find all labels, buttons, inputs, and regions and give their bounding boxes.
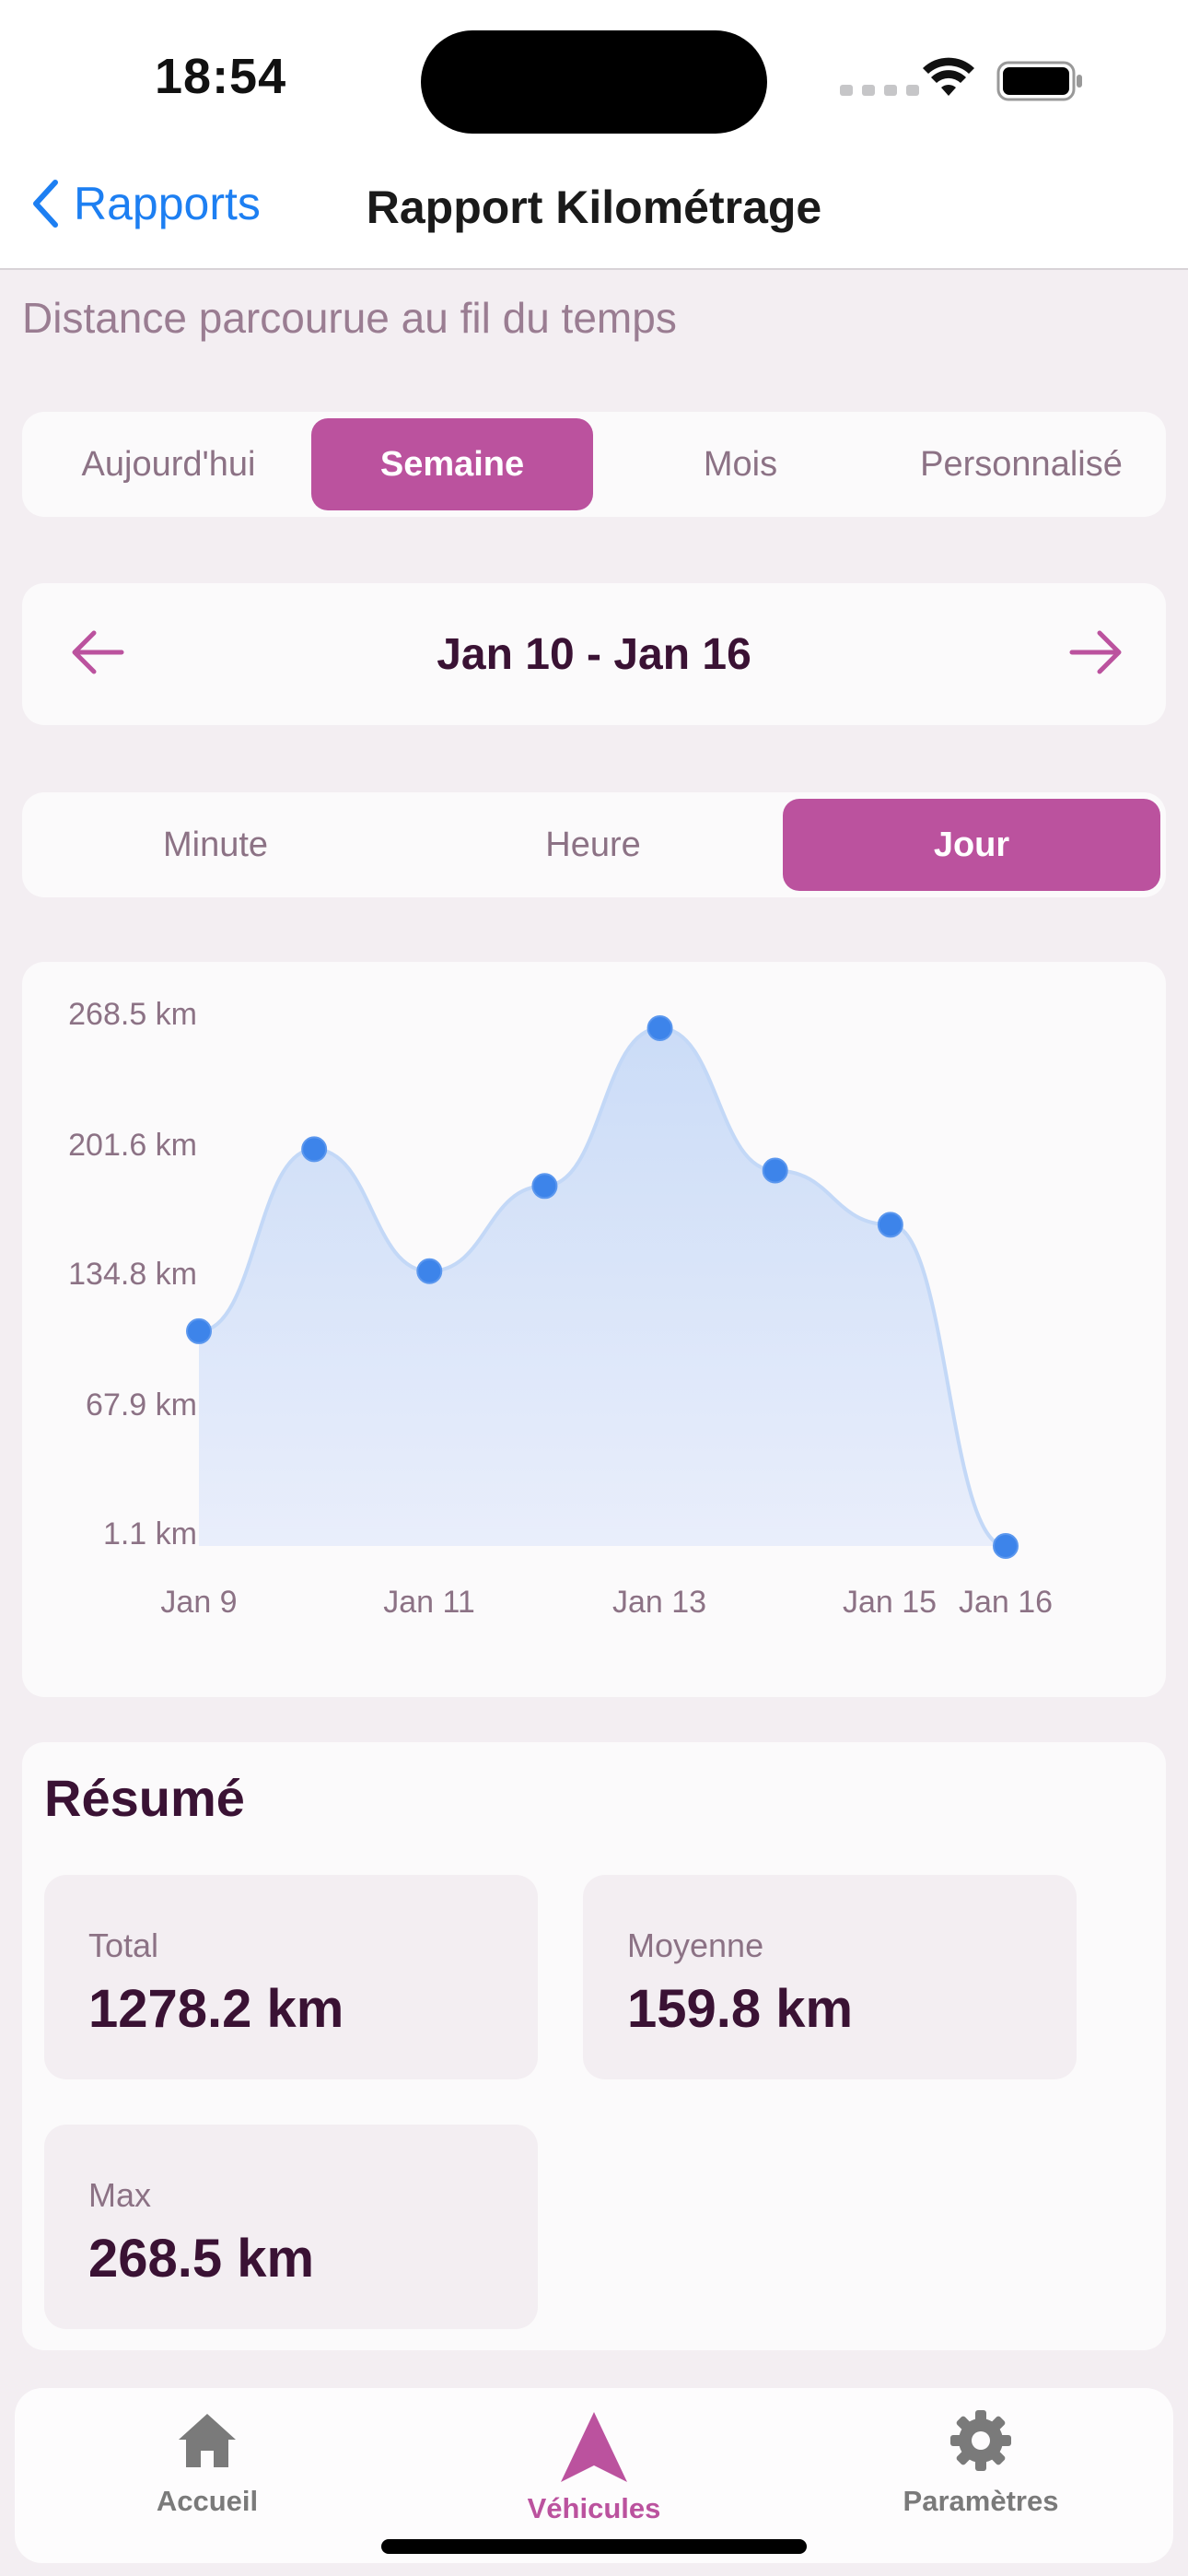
chart-data-point[interactable] [186,1317,212,1344]
stat-value: 159.8 km [627,1979,854,2039]
tab-label: Véhicules [527,2492,661,2524]
cellular-signal-icon [840,85,919,96]
x-tick-label: Jan 16 [958,1585,1054,1620]
tab-label: Accueil [156,2485,259,2517]
tab-personnalise[interactable]: Personnalisé [888,418,1155,510]
page-subtitle: Distance parcourue au fil du temps [22,294,677,342]
tab-label: Paramètres [903,2485,1059,2517]
house-icon [179,2414,236,2467]
stat-label: Max [88,2176,152,2214]
stat-label: Moyenne [627,1926,764,1964]
chart-data-point[interactable] [646,1015,673,1041]
tab-vehicules[interactable]: Véhicules [456,2410,732,2525]
x-tick-label: Jan 9 [160,1585,238,1620]
status-time: 18:54 [155,49,287,104]
stat-total: Total 1278.2 km [44,1875,538,2079]
chart-data-point[interactable] [416,1258,443,1284]
chart-data-point[interactable] [877,1212,903,1238]
battery-icon [996,61,1082,101]
chart-data-point[interactable] [993,1533,1019,1559]
tab-heure[interactable]: Heure [409,799,777,891]
tab-minute[interactable]: Minute [31,799,400,891]
date-range-label: Jan 10 - Jan 16 [437,629,751,679]
page-title: Rapport Kilométrage [366,181,822,233]
date-range-selector: Jan 10 - Jan 16 [22,583,1166,725]
tab-jour[interactable]: Jour [783,799,1160,891]
x-tick-label: Jan 11 [383,1585,475,1620]
tab-mois[interactable]: Mois [602,418,879,510]
period-segmented-control: Aujourd'hui Semaine Mois Personnalisé [22,412,1166,517]
gear-icon [950,2410,1011,2471]
navigation-arrow-icon [561,2412,627,2482]
x-tick-label: Jan 13 [611,1585,707,1620]
tab-semaine[interactable]: Semaine [311,418,593,510]
tab-bar: Accueil Véhicules Paramètres [15,2388,1173,2563]
chart-data-point[interactable] [531,1173,558,1200]
stat-value: 1278.2 km [88,1979,344,2039]
arrow-right-icon[interactable] [1068,627,1124,677]
tab-accueil[interactable]: Accueil [69,2410,345,2518]
dynamic-island [421,30,767,134]
stat-label: Total [88,1926,159,1964]
tab-parametres[interactable]: Paramètres [843,2410,1119,2518]
granularity-segmented-control: Minute Heure Jour [22,792,1166,897]
chart-data-point[interactable] [301,1136,328,1163]
stat-moyenne: Moyenne 159.8 km [583,1875,1077,2079]
wifi-icon [923,57,974,96]
mileage-chart: 268.5 km 201.6 km 134.8 km 67.9 km 1.1 k… [22,962,1166,1697]
stat-value: 268.5 km [88,2229,315,2289]
summary-title: Résumé [44,1769,245,1827]
chart-data-point[interactable] [762,1157,788,1184]
tab-aujourdhui[interactable]: Aujourd'hui [35,418,302,510]
stat-max: Max 268.5 km [44,2125,538,2329]
home-indicator [381,2539,807,2554]
navigation-header: 18:54 Rapports Rapport Kilométrage [0,0,1188,270]
summary-card: Résumé Total 1278.2 km Moyenne 159.8 km … [22,1742,1166,2350]
